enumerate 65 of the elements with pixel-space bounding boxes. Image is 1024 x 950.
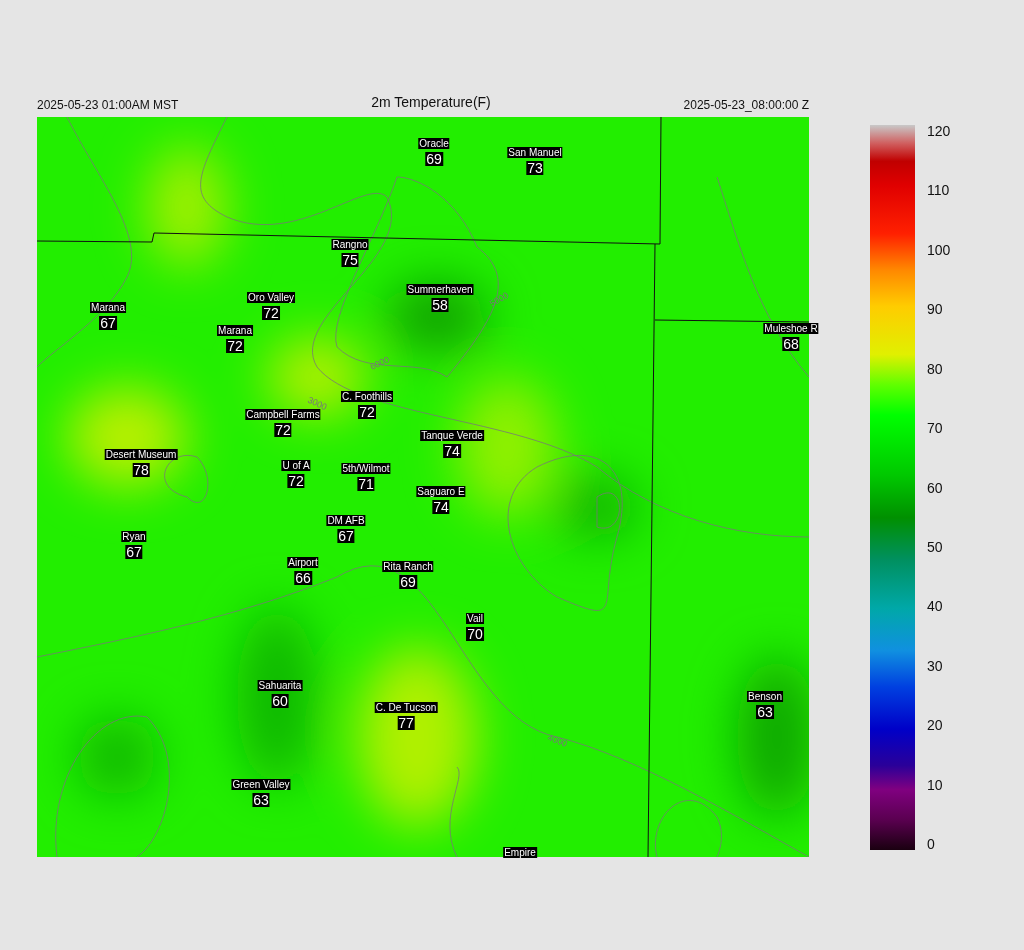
scale-label: 0: [927, 836, 935, 852]
station-name: Sahuarita: [257, 680, 303, 691]
chart-title: 2m Temperature(F): [371, 94, 491, 110]
scale-label: 30: [927, 657, 943, 674]
temperature-value: 70: [466, 627, 484, 641]
temperature-value: 72: [358, 405, 376, 419]
station-name: 5th/Wilmot: [341, 463, 391, 474]
station-name: C. De Tucson: [374, 702, 438, 713]
scale-label: 70: [927, 420, 943, 437]
temperature-value: 74: [443, 444, 461, 458]
temperature-value: 72: [262, 306, 280, 320]
scale-label: 60: [927, 479, 943, 496]
station-name: Rangno: [331, 239, 369, 250]
temperature-value: 71: [357, 477, 375, 491]
valid-time-local: 2025-05-23 01:00AM MST: [37, 98, 179, 112]
station-name: San Manuel: [507, 147, 563, 158]
temperature-value: 77: [397, 716, 415, 730]
station-name: Desert Museum: [104, 449, 178, 460]
temperature-value: 66: [294, 571, 312, 585]
temperature-value: 67: [337, 529, 355, 543]
temperature-value: 63: [756, 705, 774, 719]
station-name: Marana: [90, 302, 126, 313]
temperature-value: 75: [341, 253, 359, 267]
scale-label: 10: [927, 776, 943, 793]
station-name: Green Valley: [231, 779, 291, 790]
station-name: DM AFB: [326, 515, 366, 526]
temperature-value: 67: [99, 316, 117, 330]
station-name: Tanque Verde: [420, 430, 484, 441]
temperature-value: 60: [271, 694, 289, 708]
station-name: C. Foothills: [341, 391, 393, 402]
temperature-value: 69: [425, 152, 443, 166]
station-name: Muleshoe R: [763, 323, 819, 334]
temperature-value: 72: [274, 423, 292, 437]
valid-time-utc: 2025-05-23_08:00:00 Z: [683, 98, 809, 112]
scale-label: 120: [927, 123, 951, 139]
station-name: Campbell Farms: [245, 409, 321, 420]
scale-label: 20: [927, 717, 943, 734]
temperature-value: 72: [226, 339, 244, 353]
station-name: Benson: [747, 691, 783, 702]
temperature-value: 68: [782, 337, 800, 351]
station-name: Saguaro E: [416, 486, 466, 497]
station-name: U of A: [281, 460, 311, 471]
station-name: Airport: [287, 557, 319, 568]
station-name: Oracle: [418, 138, 450, 149]
station-name: Ryan: [121, 531, 147, 542]
temperature-value: 67: [125, 545, 143, 559]
temperature-value: 58: [431, 298, 449, 312]
station-name: Marana: [217, 325, 253, 336]
temperature-value: 78: [132, 463, 150, 477]
scale-label: 40: [927, 598, 943, 615]
scale-label: 110: [927, 182, 950, 199]
scale-label: 80: [927, 360, 943, 377]
temperature-value: 74: [432, 500, 450, 514]
station-name: Empire: [503, 847, 537, 858]
temperature-value: 69: [399, 575, 417, 589]
scale-label: 90: [927, 301, 943, 318]
scale-label: 50: [927, 538, 943, 555]
temperature-value: 73: [526, 161, 544, 175]
station-name: Vail: [466, 613, 484, 624]
scale-label: 100: [927, 241, 951, 258]
temperature-value: 72: [287, 474, 305, 488]
station-name: Summerhaven: [406, 284, 474, 295]
station-name: Oro Valley: [247, 292, 295, 303]
station-name: Rita Ranch: [382, 561, 434, 572]
temperature-value: 63: [252, 793, 270, 807]
